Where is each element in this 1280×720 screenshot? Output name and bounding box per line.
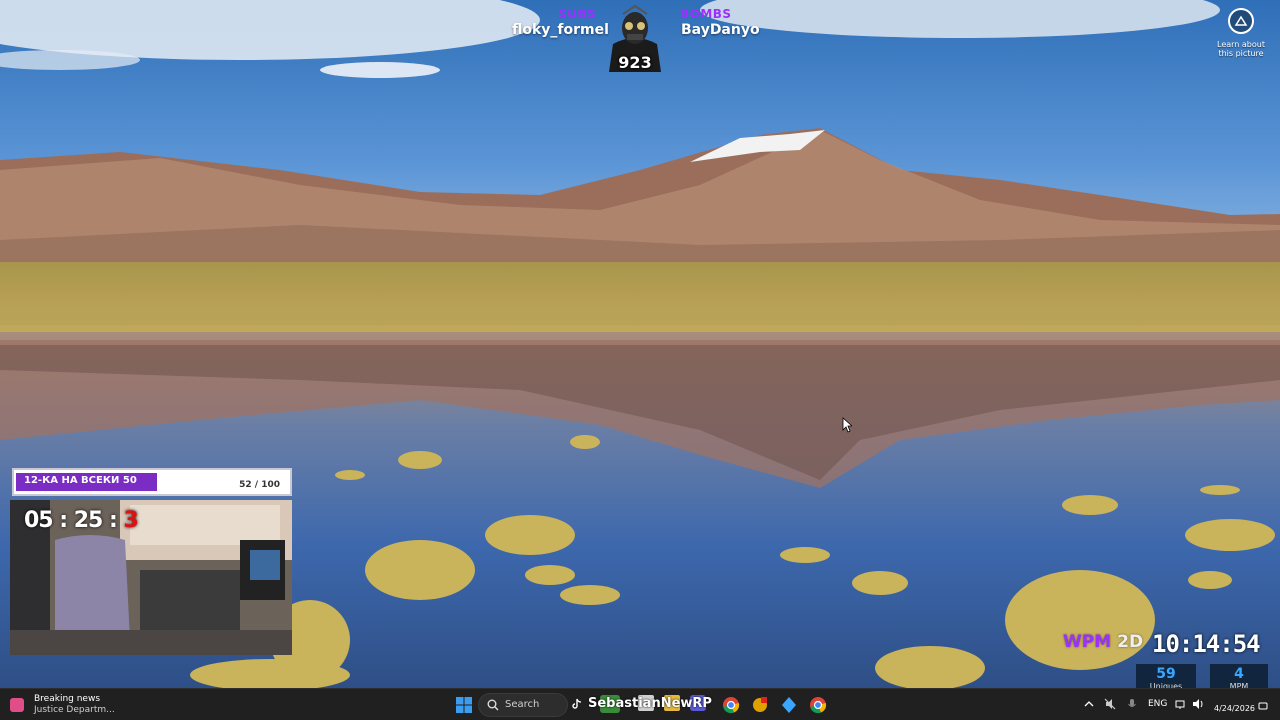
news-subtitle[interactable]: Justice Departm...: [34, 705, 115, 715]
streamer-name-overlay: SebastianNewRP: [588, 696, 712, 711]
uniques-value: 59: [1156, 666, 1176, 682]
goal-title: 12-КА НА ВСЕКИ 50: [24, 475, 137, 486]
microphone-icon[interactable]: [1126, 698, 1138, 710]
mouse-cursor-icon: [842, 417, 852, 433]
sub-goal-bar: 12-КА НА ВСЕКИ 50 52 / 100: [12, 468, 292, 496]
camera-compass-icon[interactable]: [1228, 8, 1254, 34]
wpm-label: WPM: [1063, 632, 1112, 652]
windows-start-icon[interactable]: [454, 695, 474, 715]
volume-icon[interactable]: [1192, 698, 1204, 710]
wpm-indicator: WPM 2D: [1063, 632, 1143, 652]
search-icon: [487, 699, 499, 711]
mpm-value: 4: [1234, 666, 1244, 682]
latest-bomb-name: BayDanyo: [681, 22, 760, 38]
tiktok-icon[interactable]: [571, 698, 583, 710]
language-indicator[interactable]: ENG: [1148, 699, 1167, 709]
search-placeholder[interactable]: Search: [505, 699, 539, 710]
latest-sub-name: floky_formel: [512, 22, 609, 38]
app-icon-red[interactable]: [750, 695, 770, 715]
webcam-feed: 05 : 25 : 3: [10, 500, 292, 655]
chrome-icon[interactable]: [721, 695, 741, 715]
bombs-label: BOMBS: [680, 7, 732, 21]
stream-timer: 05 : 25 : 3: [24, 508, 139, 533]
timer-main: 05 : 25 :: [24, 508, 124, 533]
taskbar: Breaking news Justice Departm... Search …: [0, 688, 1280, 720]
app-icon-blue[interactable]: [779, 695, 799, 715]
timer-red-digit: 3: [123, 508, 138, 533]
chevron-up-icon[interactable]: [1083, 697, 1095, 711]
news-icon[interactable]: [10, 698, 24, 712]
bomb-counter: 923: [618, 53, 652, 72]
notification-icon[interactable]: [1258, 701, 1268, 711]
learn-about-picture-label[interactable]: Learn about this picture: [1214, 40, 1268, 58]
goal-count: 52 / 100: [239, 480, 280, 490]
news-title[interactable]: Breaking news: [34, 694, 100, 704]
learn-about-picture-widget[interactable]: Learn about this picture: [1214, 8, 1268, 58]
overlay-clock: 10:14:54: [1152, 630, 1261, 658]
taskbar-search[interactable]: Search: [478, 693, 568, 717]
network-icon[interactable]: [1175, 698, 1187, 710]
muted-icon[interactable]: [1104, 698, 1116, 710]
taskbar-date[interactable]: 4/24/2026: [1214, 704, 1255, 713]
mode-label: 2D: [1117, 632, 1144, 652]
subs-label: SUBS: [558, 7, 597, 21]
chrome-profile-icon[interactable]: [808, 695, 828, 715]
